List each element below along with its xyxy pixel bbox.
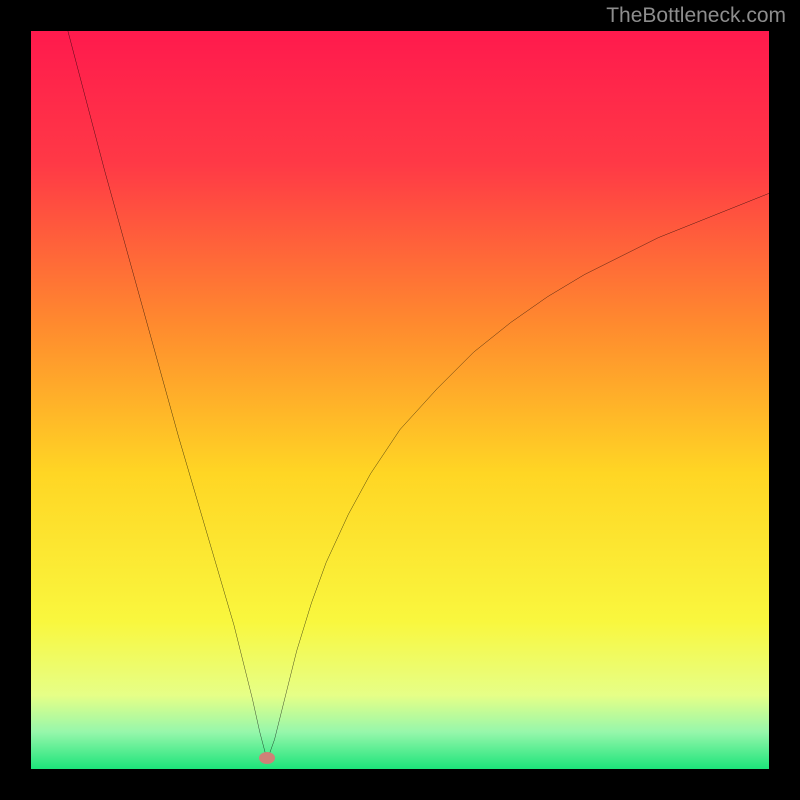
watermark-text: TheBottleneck.com (606, 4, 786, 28)
curve (31, 31, 769, 769)
bottleneck-marker (259, 752, 275, 764)
curve-path (68, 31, 769, 760)
chart-container: TheBottleneck.com (0, 0, 800, 800)
plot-area (31, 31, 769, 769)
